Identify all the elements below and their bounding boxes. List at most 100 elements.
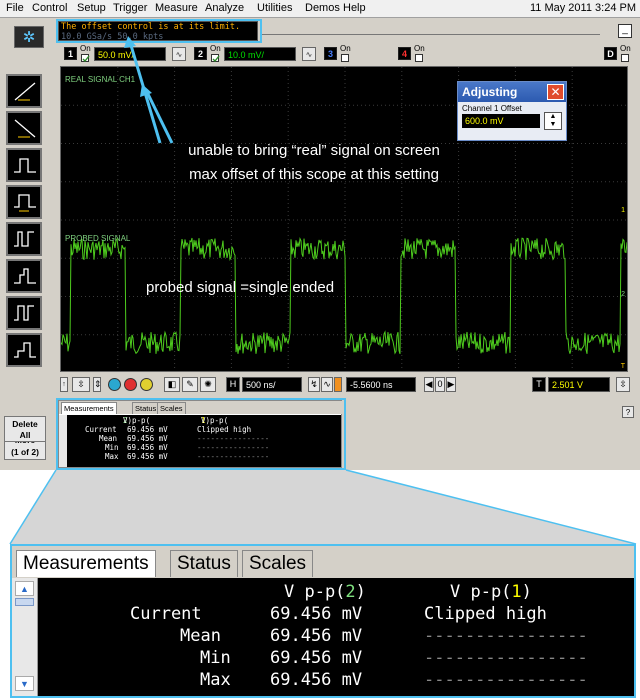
menu-setup[interactable]: Setup — [77, 2, 106, 14]
close-icon[interactable]: ✕ — [547, 84, 564, 100]
autoscale-icon[interactable]: ✎ — [182, 377, 198, 392]
pulse-width-trigger-button[interactable] — [6, 185, 42, 219]
waveform-display[interactable]: REAL SIGNAL CH1 PROBED SIGNAL unable to … — [60, 66, 628, 372]
timeout-icon — [14, 305, 34, 321]
scroll-down-icon[interactable]: ▼ — [15, 676, 34, 691]
trigger-marker[interactable]: T — [621, 363, 625, 370]
delete-all-button[interactable]: Delete All — [4, 416, 46, 442]
channel-1-button[interactable]: 1 — [64, 47, 77, 60]
waveform-icon[interactable]: ∿ — [321, 377, 333, 392]
center-icon[interactable]: 0 — [435, 377, 445, 392]
channel-2-checkbox[interactable] — [211, 54, 220, 63]
channel-1-coupling-icon[interactable]: ∿ — [172, 47, 186, 61]
channel-1-scale[interactable]: 50.0 mV/ — [94, 47, 166, 61]
menu-file[interactable]: File — [6, 2, 24, 14]
scroll-up-icon[interactable]: ▲ — [15, 581, 34, 596]
channel-3-checkbox[interactable] — [341, 54, 349, 62]
default-setup-icon[interactable]: ◧ — [164, 377, 180, 392]
menu-demos[interactable]: Demos — [305, 2, 340, 14]
glitch-trigger-button[interactable] — [6, 222, 42, 256]
menu-measure[interactable]: Measure — [155, 2, 198, 14]
channel-1-checkbox[interactable] — [81, 54, 90, 63]
digital-checkbox[interactable] — [621, 54, 629, 62]
channel-2-scale[interactable]: 10.0 mV/ — [224, 47, 296, 61]
channel-offset-label: Channel 1 Offset — [462, 104, 522, 113]
pulse-width-icon — [14, 194, 36, 212]
glitch-icon — [14, 231, 34, 247]
annotation-probed-signal: probed signal =single ended — [146, 279, 335, 296]
channel-3-button[interactable]: 3 — [324, 47, 337, 60]
stepper-icon[interactable]: ⇳ — [72, 377, 90, 392]
channel-bar: 1 On 50.0 mV/ ∿ 2 On 10.0 mV/ ∿ 3 On 4 O… — [58, 44, 640, 64]
minimize-button[interactable]: _ — [618, 24, 632, 38]
edge-rising-trigger-button[interactable] — [6, 74, 42, 108]
offset-spinner[interactable]: ▲ ▼ — [544, 112, 562, 130]
zoom-edge-right — [345, 469, 637, 545]
trigger-level-spinner[interactable]: ⇳ — [616, 377, 630, 392]
annotation-real-signal: unable to bring “real” signal on screen … — [188, 142, 440, 183]
col-header-ch2: V p-p(2) — [284, 582, 366, 602]
timebase-value[interactable]: 500 ns/ — [242, 377, 302, 392]
measurements-tabs: Measurements Status Scales — [12, 546, 634, 578]
zoom-edge-left — [9, 469, 57, 545]
horizontal-position-value[interactable]: -5.5600 ns — [346, 377, 416, 392]
scroll-icon[interactable]: ⇕ — [93, 377, 102, 392]
menu-trigger[interactable]: Trigger — [113, 2, 147, 14]
highlight-measurements — [56, 398, 346, 470]
left-toolbar: More (1 of 2) — [0, 52, 50, 470]
row-value-ch1: ---------------- — [424, 670, 588, 690]
row-value-ch2: 69.456 mV — [270, 604, 363, 624]
channel-2-marker[interactable]: 2 — [621, 291, 625, 298]
window-trigger-button[interactable] — [6, 333, 42, 367]
next-icon[interactable]: ▶ — [446, 377, 456, 392]
trigger-flag-icon[interactable]: ↑ — [60, 377, 68, 392]
adjusting-dialog: Adjusting ✕ Channel 1 Offset 600.0 mV ▲ ▼ — [457, 81, 567, 141]
trigger-button[interactable]: T — [532, 377, 546, 392]
clear-display-icon[interactable]: ✺ — [200, 377, 216, 392]
channel-3-on-label: On — [340, 44, 351, 53]
runt-trigger-button[interactable] — [6, 259, 42, 293]
edge-falling-trigger-button[interactable] — [6, 111, 42, 145]
row-label: Max — [200, 670, 231, 690]
pulse-trigger-button[interactable] — [6, 148, 42, 182]
row-value-ch1: Clipped high — [424, 604, 547, 624]
trigger-level-value[interactable]: 2.501 V — [548, 377, 610, 392]
channel-offset-value[interactable]: 600.0 mV — [462, 114, 540, 128]
delay-marker-icon[interactable] — [334, 377, 342, 392]
delay-step-icon[interactable]: ↯ — [308, 377, 320, 392]
help-button[interactable]: ? — [622, 406, 634, 418]
stop-icon[interactable] — [124, 378, 137, 391]
timeout-trigger-button[interactable] — [6, 296, 42, 330]
col-header-ch1: V p-p(1) — [450, 582, 532, 602]
check-icon — [82, 55, 90, 63]
channel-4-on-label: On — [414, 44, 425, 53]
single-icon[interactable] — [140, 378, 153, 391]
scroll-thumb[interactable] — [15, 598, 34, 606]
menu-bar: File Control Setup Trigger Measure Analy… — [0, 0, 640, 18]
measurements-table: ▲ ▼ V p-p(2) V p-p(1) Current 69.456 mV … — [12, 578, 634, 696]
tab-scales[interactable]: Scales — [242, 550, 314, 577]
horizontal-button[interactable]: H — [226, 377, 240, 392]
channel-2-coupling-icon[interactable]: ∿ — [302, 47, 316, 61]
channel-2-button[interactable]: 2 — [194, 47, 207, 60]
channel-1-marker[interactable]: 1 — [621, 207, 625, 214]
scope-logo-icon[interactable]: ✲ — [14, 26, 44, 48]
row-label: Current — [130, 604, 202, 624]
menu-utilities[interactable]: Utilities — [257, 2, 292, 14]
digital-channel-button[interactable]: D — [604, 47, 617, 60]
runt-icon — [14, 268, 36, 284]
prev-icon[interactable]: ◀ — [424, 377, 434, 392]
channel-4-button[interactable]: 4 — [398, 47, 411, 60]
channel-4-checkbox[interactable] — [415, 54, 423, 62]
highlight-message — [56, 19, 262, 43]
run-icon[interactable] — [108, 378, 121, 391]
table-row: Mean 69.456 mV ---------------- — [38, 626, 634, 648]
digital-on-label: On — [620, 44, 631, 53]
tab-status[interactable]: Status — [170, 550, 238, 577]
menu-help[interactable]: Help — [343, 2, 366, 14]
tab-measurements[interactable]: Measurements — [16, 550, 156, 577]
falling-edge-icon — [14, 119, 36, 138]
menu-analyze[interactable]: Analyze — [205, 2, 244, 14]
vertical-scrollbar[interactable]: ▲ ▼ — [12, 578, 38, 696]
menu-control[interactable]: Control — [32, 2, 67, 14]
